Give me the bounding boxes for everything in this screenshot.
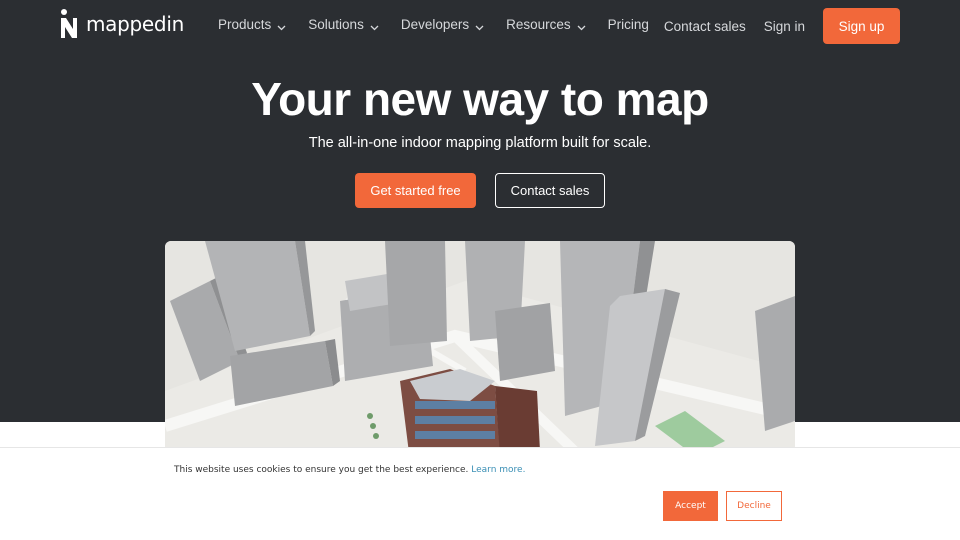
nav-item-pricing[interactable]: Pricing <box>608 17 649 32</box>
sign-in-link[interactable]: Sign in <box>764 19 805 34</box>
cookie-learn-more-link[interactable]: Learn more. <box>471 465 525 475</box>
sign-up-button[interactable]: Sign up <box>823 8 900 44</box>
accept-cookies-button[interactable]: Accept <box>663 491 718 521</box>
nav-item-developers[interactable]: Developers <box>401 17 484 32</box>
nav-item-resources[interactable]: Resources <box>506 17 586 32</box>
nav-item-label: Pricing <box>607 17 649 32</box>
cookie-message-text: This website uses cookies to ensure you … <box>174 465 469 475</box>
chevron-down-icon <box>475 20 484 31</box>
top-navigation: mappedin Products Solutions Developers R… <box>0 0 960 52</box>
hero-cta-group: Get started free Contact sales <box>355 173 605 208</box>
nav-item-label: Products <box>218 17 272 32</box>
mappedin-logo-icon <box>60 9 78 39</box>
nav-actions: Contact sales Sign in Sign up <box>664 8 900 44</box>
nav-item-solutions[interactable]: Solutions <box>308 17 379 32</box>
hero-headline: Your new way to map <box>251 73 709 125</box>
nav-menu: Products Solutions Developers Resources <box>218 17 671 32</box>
nav-item-products[interactable]: Products <box>218 17 286 32</box>
nav-item-label: Developers <box>400 17 470 32</box>
chevron-down-icon <box>277 20 286 31</box>
decline-cookies-button[interactable]: Decline <box>726 491 782 521</box>
get-started-button[interactable]: Get started free <box>355 173 476 208</box>
contact-sales-link[interactable]: Contact sales <box>664 19 746 34</box>
logo-text: mappedin <box>86 12 184 36</box>
nav-item-label: Resources <box>506 17 571 32</box>
cookie-message: This website uses cookies to ensure you … <box>174 465 525 475</box>
logo[interactable]: mappedin <box>60 9 184 39</box>
cookie-banner: This website uses cookies to ensure you … <box>0 447 960 540</box>
chevron-down-icon <box>370 20 379 31</box>
hero-subhead: The all-in-one indoor mapping platform b… <box>308 135 652 151</box>
chevron-down-icon <box>577 20 586 31</box>
nav-item-label: Solutions <box>308 17 364 32</box>
contact-sales-button[interactable]: Contact sales <box>495 173 605 208</box>
map-preview-image <box>165 241 795 461</box>
